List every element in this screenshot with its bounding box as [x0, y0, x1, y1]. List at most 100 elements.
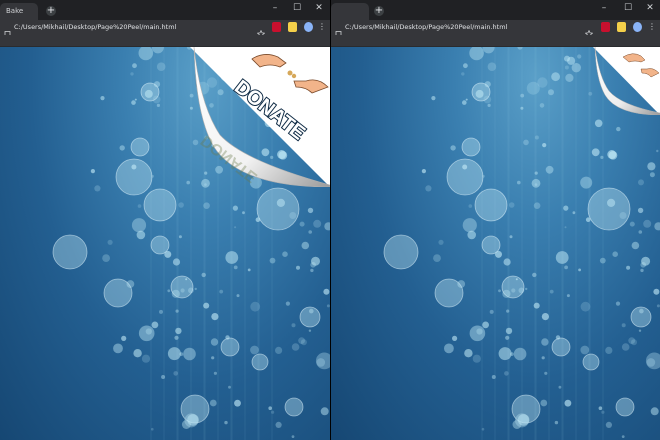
- bubble: [621, 435, 625, 438]
- bubble: [482, 47, 495, 54]
- bubble: [506, 309, 510, 313]
- page-viewport: DONATE DONATE: [0, 47, 330, 440]
- bubble: [308, 230, 313, 234]
- bubble: [551, 72, 560, 82]
- bubble: [134, 98, 137, 101]
- bubble: [185, 278, 188, 281]
- new-tab-button[interactable]: +: [46, 6, 56, 16]
- menu-dots-icon[interactable]: ⋮: [648, 22, 656, 32]
- bubble: [482, 321, 489, 329]
- bubble: [156, 62, 166, 71]
- bubble: [541, 356, 545, 360]
- bubble: [582, 353, 600, 371]
- url-text[interactable]: C:/Users/Mikhail/Desktop/Page%20Peel/mai…: [14, 22, 176, 33]
- extension-yellow-icon[interactable]: [617, 22, 626, 32]
- bubble: [531, 178, 541, 188]
- page-peel-ad[interactable]: [593, 47, 660, 115]
- bubble: [250, 301, 261, 312]
- extension-red-icon[interactable]: [601, 22, 610, 32]
- bubble: [291, 435, 295, 438]
- profile-avatar-icon[interactable]: [304, 22, 313, 32]
- address-bar[interactable]: C:/Users/Mikhail/Desktop/Page%20Peel/mai…: [331, 20, 660, 38]
- bubble: [234, 399, 241, 407]
- close-button[interactable]: ✕: [643, 2, 657, 14]
- page-peel-ad[interactable]: DONATE DONATE: [190, 47, 330, 187]
- bubble: [310, 262, 316, 268]
- menu-dots-icon[interactable]: ⋮: [318, 22, 326, 32]
- bubble: [580, 301, 591, 312]
- bubble: [600, 155, 604, 159]
- star-icon[interactable]: [256, 23, 266, 38]
- browser-window-right: + – ☐ ✕ C:/Users/Mikhail/Desktop/Page%20…: [331, 0, 660, 440]
- bubble: [457, 280, 466, 288]
- bubble: [525, 287, 528, 291]
- bubble: [526, 81, 540, 95]
- bubble: [180, 288, 185, 293]
- bubble: [225, 251, 239, 264]
- bubble: [509, 235, 513, 239]
- bubble: [541, 338, 549, 346]
- browser-tab[interactable]: Bake: [0, 3, 38, 20]
- bubble: [209, 399, 217, 407]
- bubble: [649, 172, 655, 178]
- bubble: [137, 204, 142, 208]
- bubble: [643, 219, 652, 228]
- bubble: [508, 202, 515, 208]
- bubble: [173, 371, 178, 376]
- bubble: [484, 81, 491, 88]
- star-icon[interactable]: [584, 23, 594, 38]
- bubble: [555, 335, 561, 340]
- bubble: [133, 349, 142, 358]
- bubble: [119, 145, 125, 151]
- bubble: [151, 427, 154, 431]
- bubble: [113, 343, 123, 354]
- bubble: [143, 188, 177, 222]
- bubble: [131, 164, 137, 170]
- bubble: [446, 158, 484, 196]
- maximize-button[interactable]: ☐: [290, 2, 304, 14]
- minimize-button[interactable]: –: [268, 2, 282, 14]
- bubble: [153, 81, 161, 88]
- bubble: [159, 309, 163, 314]
- bubble: [503, 258, 511, 266]
- minimize-button[interactable]: –: [597, 2, 611, 14]
- bubble: [572, 211, 576, 215]
- extension-red-icon[interactable]: [272, 22, 281, 32]
- browser-window-left: Bake + – ☐ ✕ C:/Users/Mikhail/Desktop/Pa…: [0, 0, 330, 440]
- bubble: [250, 345, 259, 355]
- bubble: [203, 302, 210, 309]
- bubble: [476, 328, 483, 335]
- bubble: [505, 327, 513, 335]
- bubble: [474, 188, 508, 222]
- extension-yellow-icon[interactable]: [288, 22, 297, 32]
- bubble: [296, 265, 300, 270]
- bubble: [601, 410, 605, 414]
- bubble: [577, 54, 582, 59]
- bubble: [151, 321, 159, 329]
- bubble: [461, 137, 481, 157]
- bubble: [656, 304, 660, 308]
- bubble: [594, 119, 603, 128]
- bubble: [564, 399, 572, 407]
- bubble: [545, 165, 554, 174]
- bubble: [284, 397, 304, 417]
- bubble: [564, 65, 569, 70]
- bubble: [554, 420, 559, 425]
- bubble: [203, 202, 210, 209]
- bubble: [115, 158, 153, 196]
- profile-avatar-icon[interactable]: [633, 22, 642, 32]
- close-button[interactable]: ✕: [312, 2, 326, 14]
- bubble: [468, 204, 473, 208]
- address-bar[interactable]: C:/Users/Mikhail/Desktop/Page%20Peel/mai…: [0, 20, 330, 38]
- bubble: [194, 287, 197, 291]
- bubble: [289, 212, 297, 219]
- bubble: [178, 235, 182, 239]
- url-text[interactable]: C:/Users/Mikhail/Desktop/Page%20Peel/mai…: [345, 22, 507, 33]
- browser-tab[interactable]: [331, 3, 369, 20]
- new-tab-button[interactable]: +: [374, 6, 384, 16]
- bubble: [236, 294, 240, 298]
- bubble: [323, 288, 330, 295]
- light-streak: [562, 47, 564, 440]
- maximize-button[interactable]: ☐: [621, 2, 635, 14]
- bubble: [271, 410, 275, 414]
